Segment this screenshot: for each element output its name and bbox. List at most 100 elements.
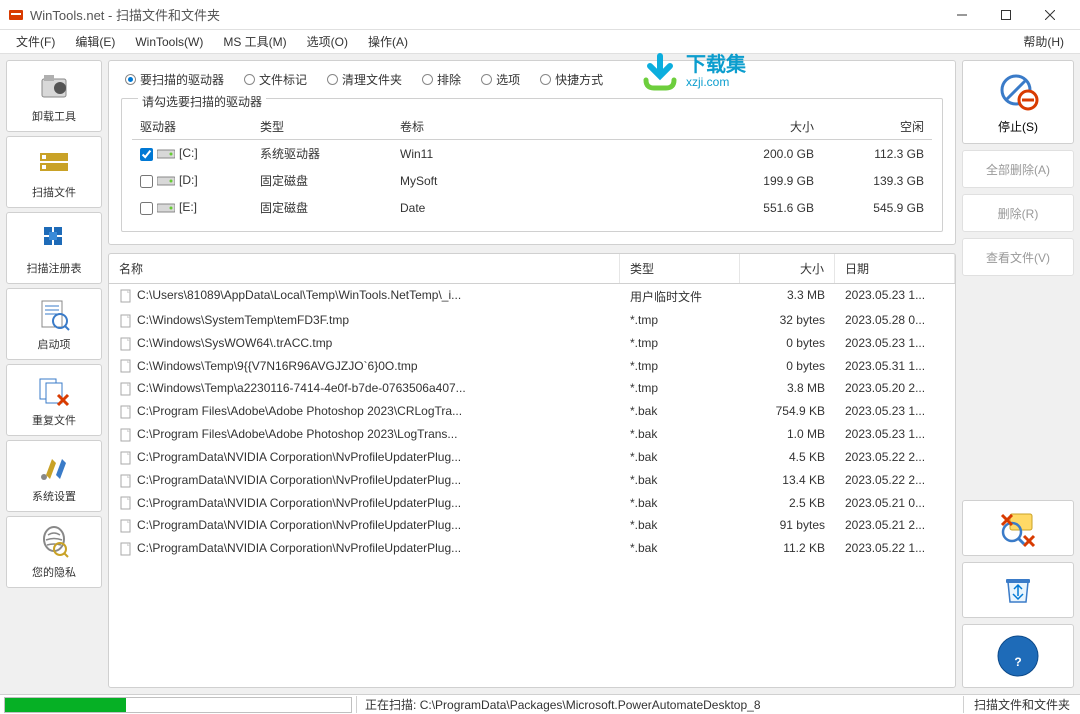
result-row[interactable]: C:\Program Files\Adobe\Adobe Photoshop 2… <box>109 400 955 423</box>
file-date: 2023.05.31 1... <box>835 357 955 376</box>
menu-help[interactable]: 帮助(H) <box>1013 30 1074 53</box>
results-col-name[interactable]: 名称 <box>109 254 620 283</box>
drive-checkbox[interactable] <box>140 202 153 215</box>
results-col-size[interactable]: 大小 <box>740 254 835 283</box>
drive-row[interactable]: [C:]系统驱动器Win11200.0 GB112.3 GB <box>132 140 932 168</box>
result-row[interactable]: C:\ProgramData\NVIDIA Corporation\NvProf… <box>109 469 955 492</box>
tool-0[interactable]: 卸载工具 <box>6 60 102 132</box>
menu-mstools[interactable]: MS 工具(M) <box>213 30 296 53</box>
tool-5[interactable]: 系统设置 <box>6 440 102 512</box>
radio-icon <box>327 74 338 85</box>
folder-delete-button[interactable] <box>962 500 1074 556</box>
file-type: *.tmp <box>620 357 740 376</box>
drive-row[interactable]: [E:]固定磁盘Date551.6 GB545.9 GB <box>132 194 932 221</box>
minimize-button[interactable] <box>940 1 984 29</box>
stop-icon <box>996 70 1040 114</box>
tool-6[interactable]: 您的隐私 <box>6 516 102 588</box>
menu-edit[interactable]: 编辑(E) <box>65 30 125 53</box>
result-row[interactable]: C:\Windows\SysWOW64\.trACC.tmp*.tmp0 byt… <box>109 332 955 355</box>
drive-row[interactable]: [D:]固定磁盘MySoft199.9 GB139.3 GB <box>132 167 932 194</box>
view-file-button[interactable]: 查看文件(V) <box>962 238 1074 276</box>
tool-icon <box>36 69 72 105</box>
tab-4[interactable]: 选项 <box>477 69 524 90</box>
results-col-date[interactable]: 日期 <box>835 254 955 283</box>
drives-col-type[interactable]: 类型 <box>252 114 392 140</box>
tab-label: 排除 <box>437 71 461 88</box>
drives-col-free[interactable]: 空闲 <box>822 114 932 140</box>
file-name: C:\Windows\Temp\a2230116-7414-4e0f-b7de-… <box>137 381 466 395</box>
drives-col-label[interactable]: 卷标 <box>392 114 712 140</box>
help-button[interactable]: ? <box>962 624 1074 688</box>
result-row[interactable]: C:\ProgramData\NVIDIA Corporation\NvProf… <box>109 514 955 537</box>
radio-icon <box>422 74 433 85</box>
file-icon <box>119 314 133 328</box>
close-button[interactable] <box>1028 1 1072 29</box>
file-type: 用户临时文件 <box>620 286 740 307</box>
delete-button[interactable]: 删除(R) <box>962 194 1074 232</box>
file-type: *.bak <box>620 471 740 490</box>
stop-label: 停止(S) <box>998 118 1038 135</box>
tab-5[interactable]: 快捷方式 <box>536 69 607 90</box>
tabs-row: 要扫描的驱动器文件标记清理文件夹 排除选项快捷方式 <box>121 69 943 90</box>
drive-checkbox[interactable] <box>140 175 153 188</box>
result-row[interactable]: C:\ProgramData\NVIDIA Corporation\NvProf… <box>109 492 955 515</box>
drive-label: MySoft <box>392 167 712 194</box>
result-row[interactable]: C:\ProgramData\NVIDIA Corporation\NvProf… <box>109 537 955 560</box>
drives-col-size[interactable]: 大小 <box>712 114 822 140</box>
maximize-button[interactable] <box>984 1 1028 29</box>
file-size: 2.5 KB <box>740 494 835 513</box>
file-size: 3.8 MB <box>740 379 835 398</box>
file-icon <box>119 496 133 510</box>
tab-3[interactable]: 排除 <box>418 69 465 90</box>
tool-2[interactable]: 扫描注册表 <box>6 212 102 284</box>
drive-free: 545.9 GB <box>822 194 932 221</box>
drive-size: 551.6 GB <box>712 194 822 221</box>
drive-label: Date <box>392 194 712 221</box>
file-name: C:\ProgramData\NVIDIA Corporation\NvProf… <box>137 518 461 532</box>
result-row[interactable]: C:\Program Files\Adobe\Adobe Photoshop 2… <box>109 423 955 446</box>
tool-label: 系统设置 <box>32 488 76 504</box>
file-size: 91 bytes <box>740 516 835 535</box>
results-col-type[interactable]: 类型 <box>620 254 740 283</box>
file-size: 0 bytes <box>740 357 835 376</box>
tab-label: 要扫描的驱动器 <box>140 71 224 88</box>
result-row[interactable]: C:\Windows\Temp\a2230116-7414-4e0f-b7de-… <box>109 377 955 400</box>
tab-0[interactable]: 要扫描的驱动器 <box>121 69 228 90</box>
view-file-label: 查看文件(V) <box>986 249 1050 266</box>
tab-2[interactable]: 清理文件夹 <box>323 69 406 90</box>
menu-operations[interactable]: 操作(A) <box>358 30 418 53</box>
scanning-label: 正在扫描: <box>365 698 416 712</box>
drive-icon <box>157 148 175 160</box>
tool-label: 扫描文件 <box>32 184 76 200</box>
menubar: 文件(F) 编辑(E) WinTools(W) MS 工具(M) 选项(O) 操… <box>0 30 1080 54</box>
file-size: 754.9 KB <box>740 402 835 421</box>
tab-1[interactable]: 文件标记 <box>240 69 311 90</box>
result-row[interactable]: C:\ProgramData\NVIDIA Corporation\NvProf… <box>109 446 955 469</box>
tool-4[interactable]: 重复文件 <box>6 364 102 436</box>
stop-button[interactable]: 停止(S) <box>962 60 1074 144</box>
result-row[interactable]: C:\Users\81089\AppData\Local\Temp\WinToo… <box>109 284 955 309</box>
file-name: C:\ProgramData\NVIDIA Corporation\NvProf… <box>137 473 461 487</box>
menu-options[interactable]: 选项(O) <box>297 30 358 53</box>
tool-3[interactable]: 启动项 <box>6 288 102 360</box>
file-size: 1.0 MB <box>740 425 835 444</box>
delete-all-button[interactable]: 全部删除(A) <box>962 150 1074 188</box>
file-name: C:\ProgramData\NVIDIA Corporation\NvProf… <box>137 541 461 555</box>
tool-1[interactable]: 扫描文件 <box>6 136 102 208</box>
drive-size: 200.0 GB <box>712 140 822 168</box>
menu-wintools[interactable]: WinTools(W) <box>125 32 213 52</box>
drives-col-drive[interactable]: 驱动器 <box>132 114 252 140</box>
menu-file[interactable]: 文件(F) <box>6 30 65 53</box>
result-row[interactable]: C:\Windows\Temp\9{{V7N16R96AVGJZJO`6}0O.… <box>109 355 955 378</box>
file-icon <box>119 382 133 396</box>
file-type: *.tmp <box>620 379 740 398</box>
file-size: 3.3 MB <box>740 286 835 307</box>
drive-checkbox[interactable] <box>140 148 153 161</box>
result-row[interactable]: C:\Windows\SystemTemp\temFD3F.tmp*.tmp32… <box>109 309 955 332</box>
drive-type: 系统驱动器 <box>252 140 392 168</box>
file-name: C:\ProgramData\NVIDIA Corporation\NvProf… <box>137 496 461 510</box>
tool-icon <box>36 449 72 485</box>
recycle-bin-button[interactable] <box>962 562 1074 618</box>
statusbar: 正在扫描: C:\ProgramData\Packages\Microsoft.… <box>0 694 1080 714</box>
file-date: 2023.05.22 1... <box>835 539 955 558</box>
